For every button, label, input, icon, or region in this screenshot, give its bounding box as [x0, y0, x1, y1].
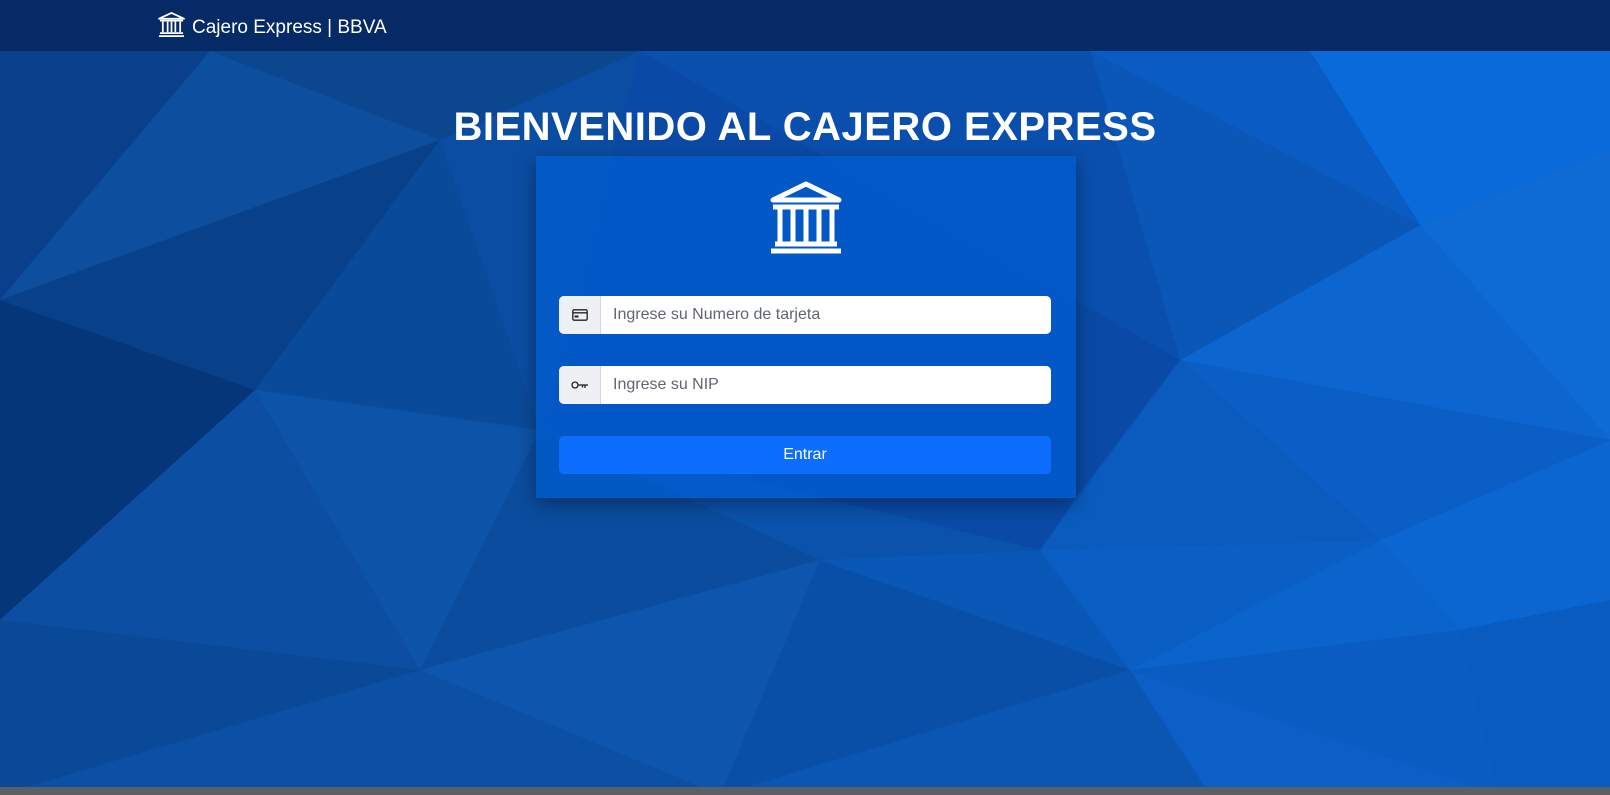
page-title: BIENVENIDO AL CAJERO EXPRESS [453, 104, 1157, 149]
card-number-input[interactable] [601, 296, 1051, 334]
pin-input[interactable] [601, 366, 1051, 404]
bottom-scrollbar [0, 787, 1610, 795]
top-navbar: Cajero Express | BBVA [0, 0, 1610, 51]
submit-button[interactable]: Entrar [559, 436, 1051, 474]
brand-link[interactable]: Cajero Express | BBVA [157, 11, 387, 44]
brand-label: Cajero Express | BBVA [192, 16, 387, 38]
page: Cajero Express | BBVA BIENVENIDO AL CAJE… [0, 0, 1610, 795]
credit-card-icon [559, 296, 601, 334]
bank-icon [767, 180, 845, 256]
card-number-group [559, 296, 1051, 334]
login-card: Entrar [536, 156, 1076, 498]
pin-group [559, 366, 1051, 404]
bank-icon [157, 11, 186, 44]
key-icon [559, 366, 601, 404]
